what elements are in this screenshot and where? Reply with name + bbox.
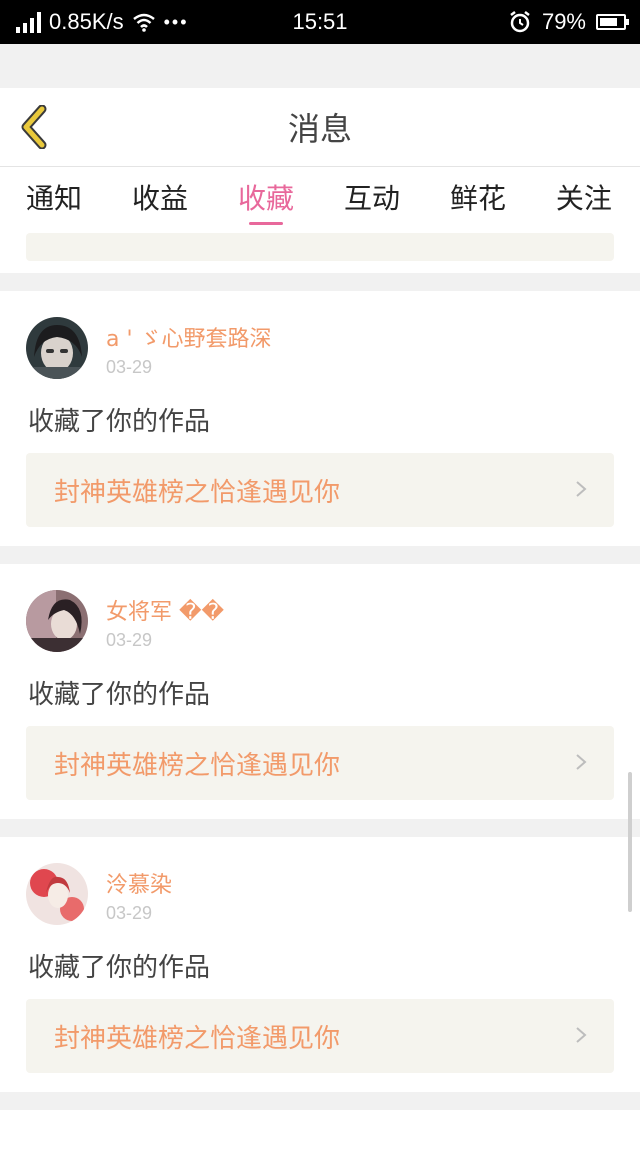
username[interactable]: 泠慕染 (106, 867, 172, 899)
message-date: 03-29 (106, 903, 153, 923)
username[interactable]: a ' ゞ心野套路深 (106, 321, 272, 353)
tab-bar: 通知 收益 收藏 互动 鲜花 关注 (0, 167, 640, 227)
work-link[interactable]: 封神英雄榜之恰逢遇见你 (26, 999, 614, 1073)
status-bar: 0.85K/s ••• 15:51 79% (0, 0, 640, 44)
battery-icon (596, 14, 629, 30)
tab-interactions[interactable]: 互动 (344, 167, 400, 227)
alarm-icon (510, 11, 530, 33)
message-list: a ' ゞ心野套路深 03-29 收藏了你的作品 封神英雄榜之恰逢遇见你 女将军… (0, 227, 640, 1150)
work-link[interactable]: 封神英雄榜之恰逢遇见你 (26, 726, 614, 800)
message-action: 收藏了你的作品 (28, 680, 211, 710)
partial-work-link[interactable] (26, 233, 614, 261)
chevron-right-icon (576, 481, 587, 497)
message-card: 泠慕染 03-29 收藏了你的作品 封神英雄榜之恰逢遇见你 (0, 837, 640, 1092)
status-right: 79% (508, 0, 629, 44)
work-title: 封神英雄榜之恰逢遇见你 (54, 1023, 341, 1054)
username[interactable]: 女将军 �� (106, 594, 224, 626)
message-date: 03-29 (106, 630, 153, 650)
partial-message-card (0, 227, 640, 273)
work-title: 封神英雄榜之恰逢遇见你 (54, 750, 341, 781)
app-header: 消息 (0, 88, 640, 167)
next-message-card (0, 1110, 640, 1150)
avatar[interactable] (26, 590, 88, 652)
message-date: 03-29 (106, 357, 153, 377)
avatar[interactable] (26, 863, 88, 925)
tab-follows[interactable]: 关注 (556, 167, 612, 227)
battery-percent: 79% (541, 9, 586, 34)
message-action: 收藏了你的作品 (28, 953, 211, 983)
scrollbar[interactable] (628, 772, 632, 912)
page-title: 消息 (287, 110, 352, 148)
battery-fill (600, 18, 617, 26)
avatar[interactable] (26, 317, 88, 379)
chevron-right-icon (576, 1027, 587, 1043)
tab-notifications[interactable]: 通知 (26, 167, 82, 227)
chevron-right-icon (576, 754, 587, 770)
tab-earnings[interactable]: 收益 (132, 167, 188, 227)
work-link[interactable]: 封神英雄榜之恰逢遇见你 (26, 453, 614, 527)
tab-flowers[interactable]: 鲜花 (450, 167, 506, 227)
tab-favorites[interactable]: 收藏 (238, 167, 294, 227)
message-action: 收藏了你的作品 (28, 407, 211, 437)
message-card: a ' ゞ心野套路深 03-29 收藏了你的作品 封神英雄榜之恰逢遇见你 (0, 291, 640, 546)
work-title: 封神英雄榜之恰逢遇见你 (54, 477, 341, 508)
message-card: 女将军 �� 03-29 收藏了你的作品 封神英雄榜之恰逢遇见你 (0, 564, 640, 819)
